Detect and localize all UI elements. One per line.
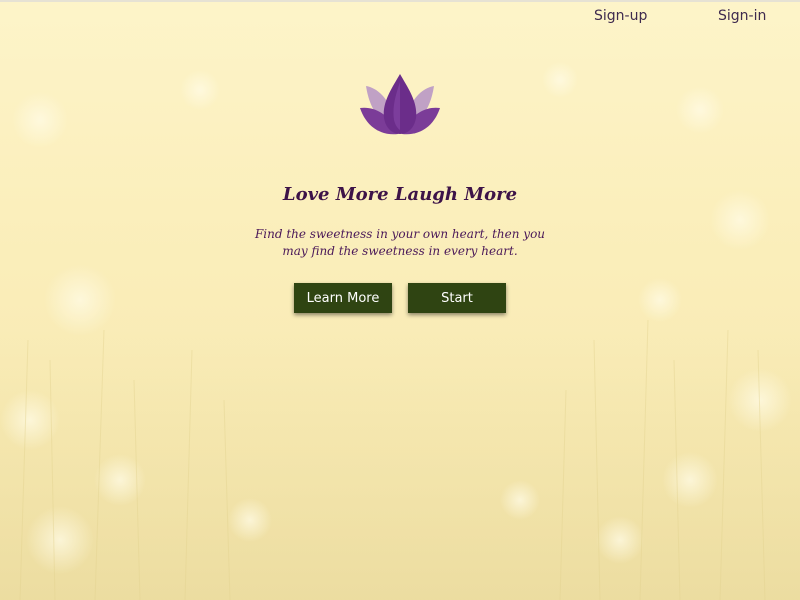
learn-more-button[interactable]: Learn More — [294, 283, 392, 313]
lotus-icon — [360, 74, 440, 135]
start-button[interactable]: Start — [408, 283, 506, 313]
signin-link[interactable]: Sign-in — [718, 8, 766, 24]
landing-page: Sign-up Sign-in Love More Laugh More Fin… — [0, 0, 800, 600]
top-border — [0, 0, 800, 2]
hero-title: Love More Laugh More — [282, 184, 518, 205]
signup-link[interactable]: Sign-up — [594, 8, 647, 24]
top-navigation: Sign-up Sign-in — [0, 8, 800, 28]
hero-tagline: Find the sweetness in your own heart, th… — [254, 227, 546, 258]
